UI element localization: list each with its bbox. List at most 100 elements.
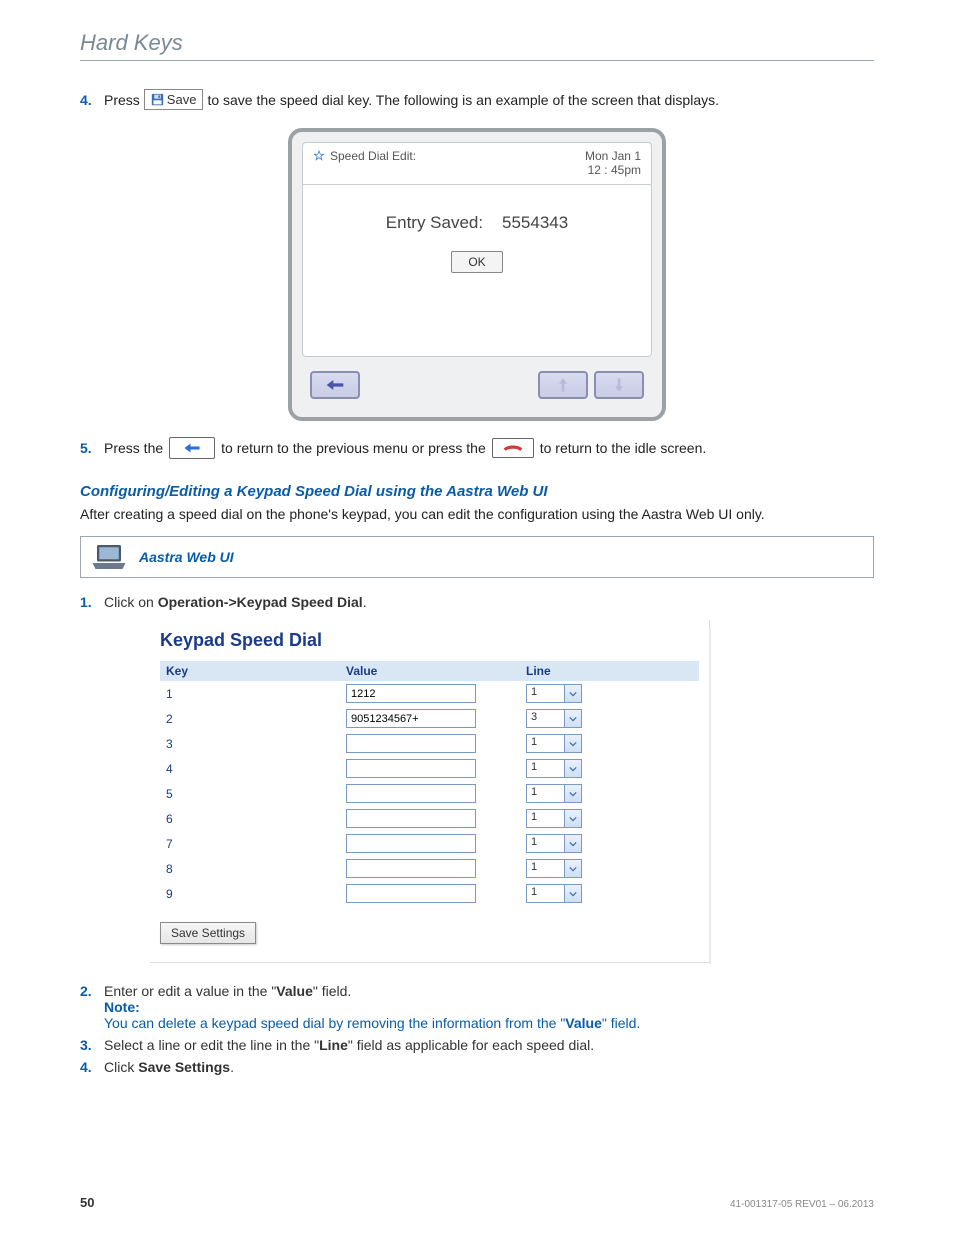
table-row: 31: [160, 731, 699, 756]
webui-label: Aastra Web UI: [139, 549, 234, 565]
line-select[interactable]: 3: [526, 709, 582, 728]
value-input[interactable]: [346, 709, 476, 728]
table-row: 61: [160, 806, 699, 831]
table-row: 11: [160, 681, 699, 706]
up-softkey[interactable]: [538, 371, 588, 399]
step-text: " field as applicable for each speed dia…: [348, 1037, 594, 1053]
step-number: 3.: [80, 1037, 98, 1053]
phone-header: Speed Dial Edit: Mon Jan 1 12 : 45pm: [303, 143, 651, 185]
step-text: Press the: [104, 440, 163, 456]
step-number: 4.: [80, 92, 98, 108]
line-select[interactable]: 1: [526, 859, 582, 878]
key-cell: 5: [166, 787, 346, 801]
webui-bar: Aastra Web UI: [80, 536, 874, 578]
star-icon: [313, 150, 325, 162]
section-body: After creating a speed dial on the phone…: [80, 506, 874, 522]
table-row: 41: [160, 756, 699, 781]
web-step-2: 2. Enter or edit a value in the "Value" …: [80, 983, 874, 1031]
line-select-value: 3: [527, 710, 564, 727]
line-select-value: 1: [527, 785, 564, 802]
arrow-left-icon: [325, 378, 345, 392]
table-row: 91: [160, 881, 699, 906]
step-text: to save the speed dial key. The followin…: [207, 92, 719, 108]
line-select-value: 1: [527, 860, 564, 877]
key-cell: 4: [166, 762, 346, 776]
header-key: Key: [166, 664, 346, 678]
step-text: Select a line or edit the line in the ": [104, 1037, 319, 1053]
save-button-label: Save: [167, 92, 197, 107]
phone-inner: Speed Dial Edit: Mon Jan 1 12 : 45pm Ent…: [302, 142, 652, 357]
line-select-value: 1: [527, 685, 564, 702]
phone-screen: Speed Dial Edit: Mon Jan 1 12 : 45pm Ent…: [288, 128, 666, 421]
line-select-value: 1: [527, 835, 564, 852]
arrow-left-icon: [182, 442, 202, 454]
line-select[interactable]: 1: [526, 759, 582, 778]
value-input[interactable]: [346, 809, 476, 828]
save-settings-button[interactable]: Save Settings: [160, 922, 256, 944]
step-text: to return to the previous menu or press …: [221, 440, 486, 456]
back-softkey[interactable]: [310, 371, 360, 399]
value-input[interactable]: [346, 784, 476, 803]
footer: 50 41-001317-05 REV01 – 06.2013: [80, 1195, 874, 1210]
down-softkey[interactable]: [594, 371, 644, 399]
chevron-down-icon[interactable]: [564, 835, 581, 852]
step-text: .: [363, 594, 367, 610]
line-select[interactable]: 1: [526, 684, 582, 703]
panel-title: Keypad Speed Dial: [160, 630, 699, 651]
key-cell: 9: [166, 887, 346, 901]
phone-time: 12 : 45pm: [585, 163, 641, 177]
ok-button[interactable]: OK: [451, 251, 502, 273]
line-select[interactable]: 1: [526, 809, 582, 828]
back-key-graphic: [169, 437, 215, 459]
value-input[interactable]: [346, 884, 476, 903]
step-number: 2.: [80, 983, 98, 1031]
chevron-down-icon[interactable]: [564, 785, 581, 802]
step-number: 5.: [80, 440, 98, 456]
chevron-down-icon[interactable]: [564, 885, 581, 902]
phone-date: Mon Jan 1: [585, 149, 641, 163]
value-input[interactable]: [346, 759, 476, 778]
step-4: 4. Press Save to save the speed dial key…: [80, 89, 874, 110]
header-value: Value: [346, 664, 526, 678]
arrow-up-icon: [556, 377, 570, 393]
field-name: Line: [319, 1037, 348, 1053]
value-input[interactable]: [346, 734, 476, 753]
softkey-row: [302, 363, 652, 407]
line-select-value: 1: [527, 760, 564, 777]
chevron-down-icon[interactable]: [564, 860, 581, 877]
field-name: Value: [276, 983, 313, 999]
step-text: Click on: [104, 594, 158, 610]
table-header: Key Value Line: [160, 661, 699, 681]
line-select[interactable]: 1: [526, 884, 582, 903]
chevron-down-icon[interactable]: [564, 735, 581, 752]
line-select[interactable]: 1: [526, 834, 582, 853]
section-heading: Configuring/Editing a Keypad Speed Dial …: [80, 483, 874, 500]
save-button[interactable]: Save: [144, 89, 204, 110]
web-step-1: 1. Click on Operation->Keypad Speed Dial…: [80, 594, 874, 610]
entry-saved-value: 5554343: [502, 213, 568, 232]
key-cell: 3: [166, 737, 346, 751]
hangup-key-graphic: [492, 438, 534, 458]
web-step-4: 4. Click Save Settings.: [80, 1059, 874, 1075]
table-row: 23: [160, 706, 699, 731]
chevron-down-icon[interactable]: [564, 810, 581, 827]
table-row: 51: [160, 781, 699, 806]
value-input[interactable]: [346, 684, 476, 703]
line-select[interactable]: 1: [526, 734, 582, 753]
line-select[interactable]: 1: [526, 784, 582, 803]
step-text: " field.: [313, 983, 351, 999]
chevron-down-icon[interactable]: [564, 760, 581, 777]
value-input[interactable]: [346, 859, 476, 878]
table-row: 81: [160, 856, 699, 881]
line-select-value: 1: [527, 885, 564, 902]
button-name: Save Settings: [138, 1059, 230, 1075]
menu-path: Operation->Keypad Speed Dial: [158, 594, 363, 610]
note-text: You can delete a keypad speed dial by re…: [104, 1015, 874, 1031]
key-cell: 7: [166, 837, 346, 851]
line-select-value: 1: [527, 810, 564, 827]
chevron-down-icon[interactable]: [564, 710, 581, 727]
hangup-icon: [502, 443, 524, 453]
chevron-down-icon[interactable]: [564, 685, 581, 702]
entry-saved-label: Entry Saved:: [386, 213, 483, 232]
value-input[interactable]: [346, 834, 476, 853]
